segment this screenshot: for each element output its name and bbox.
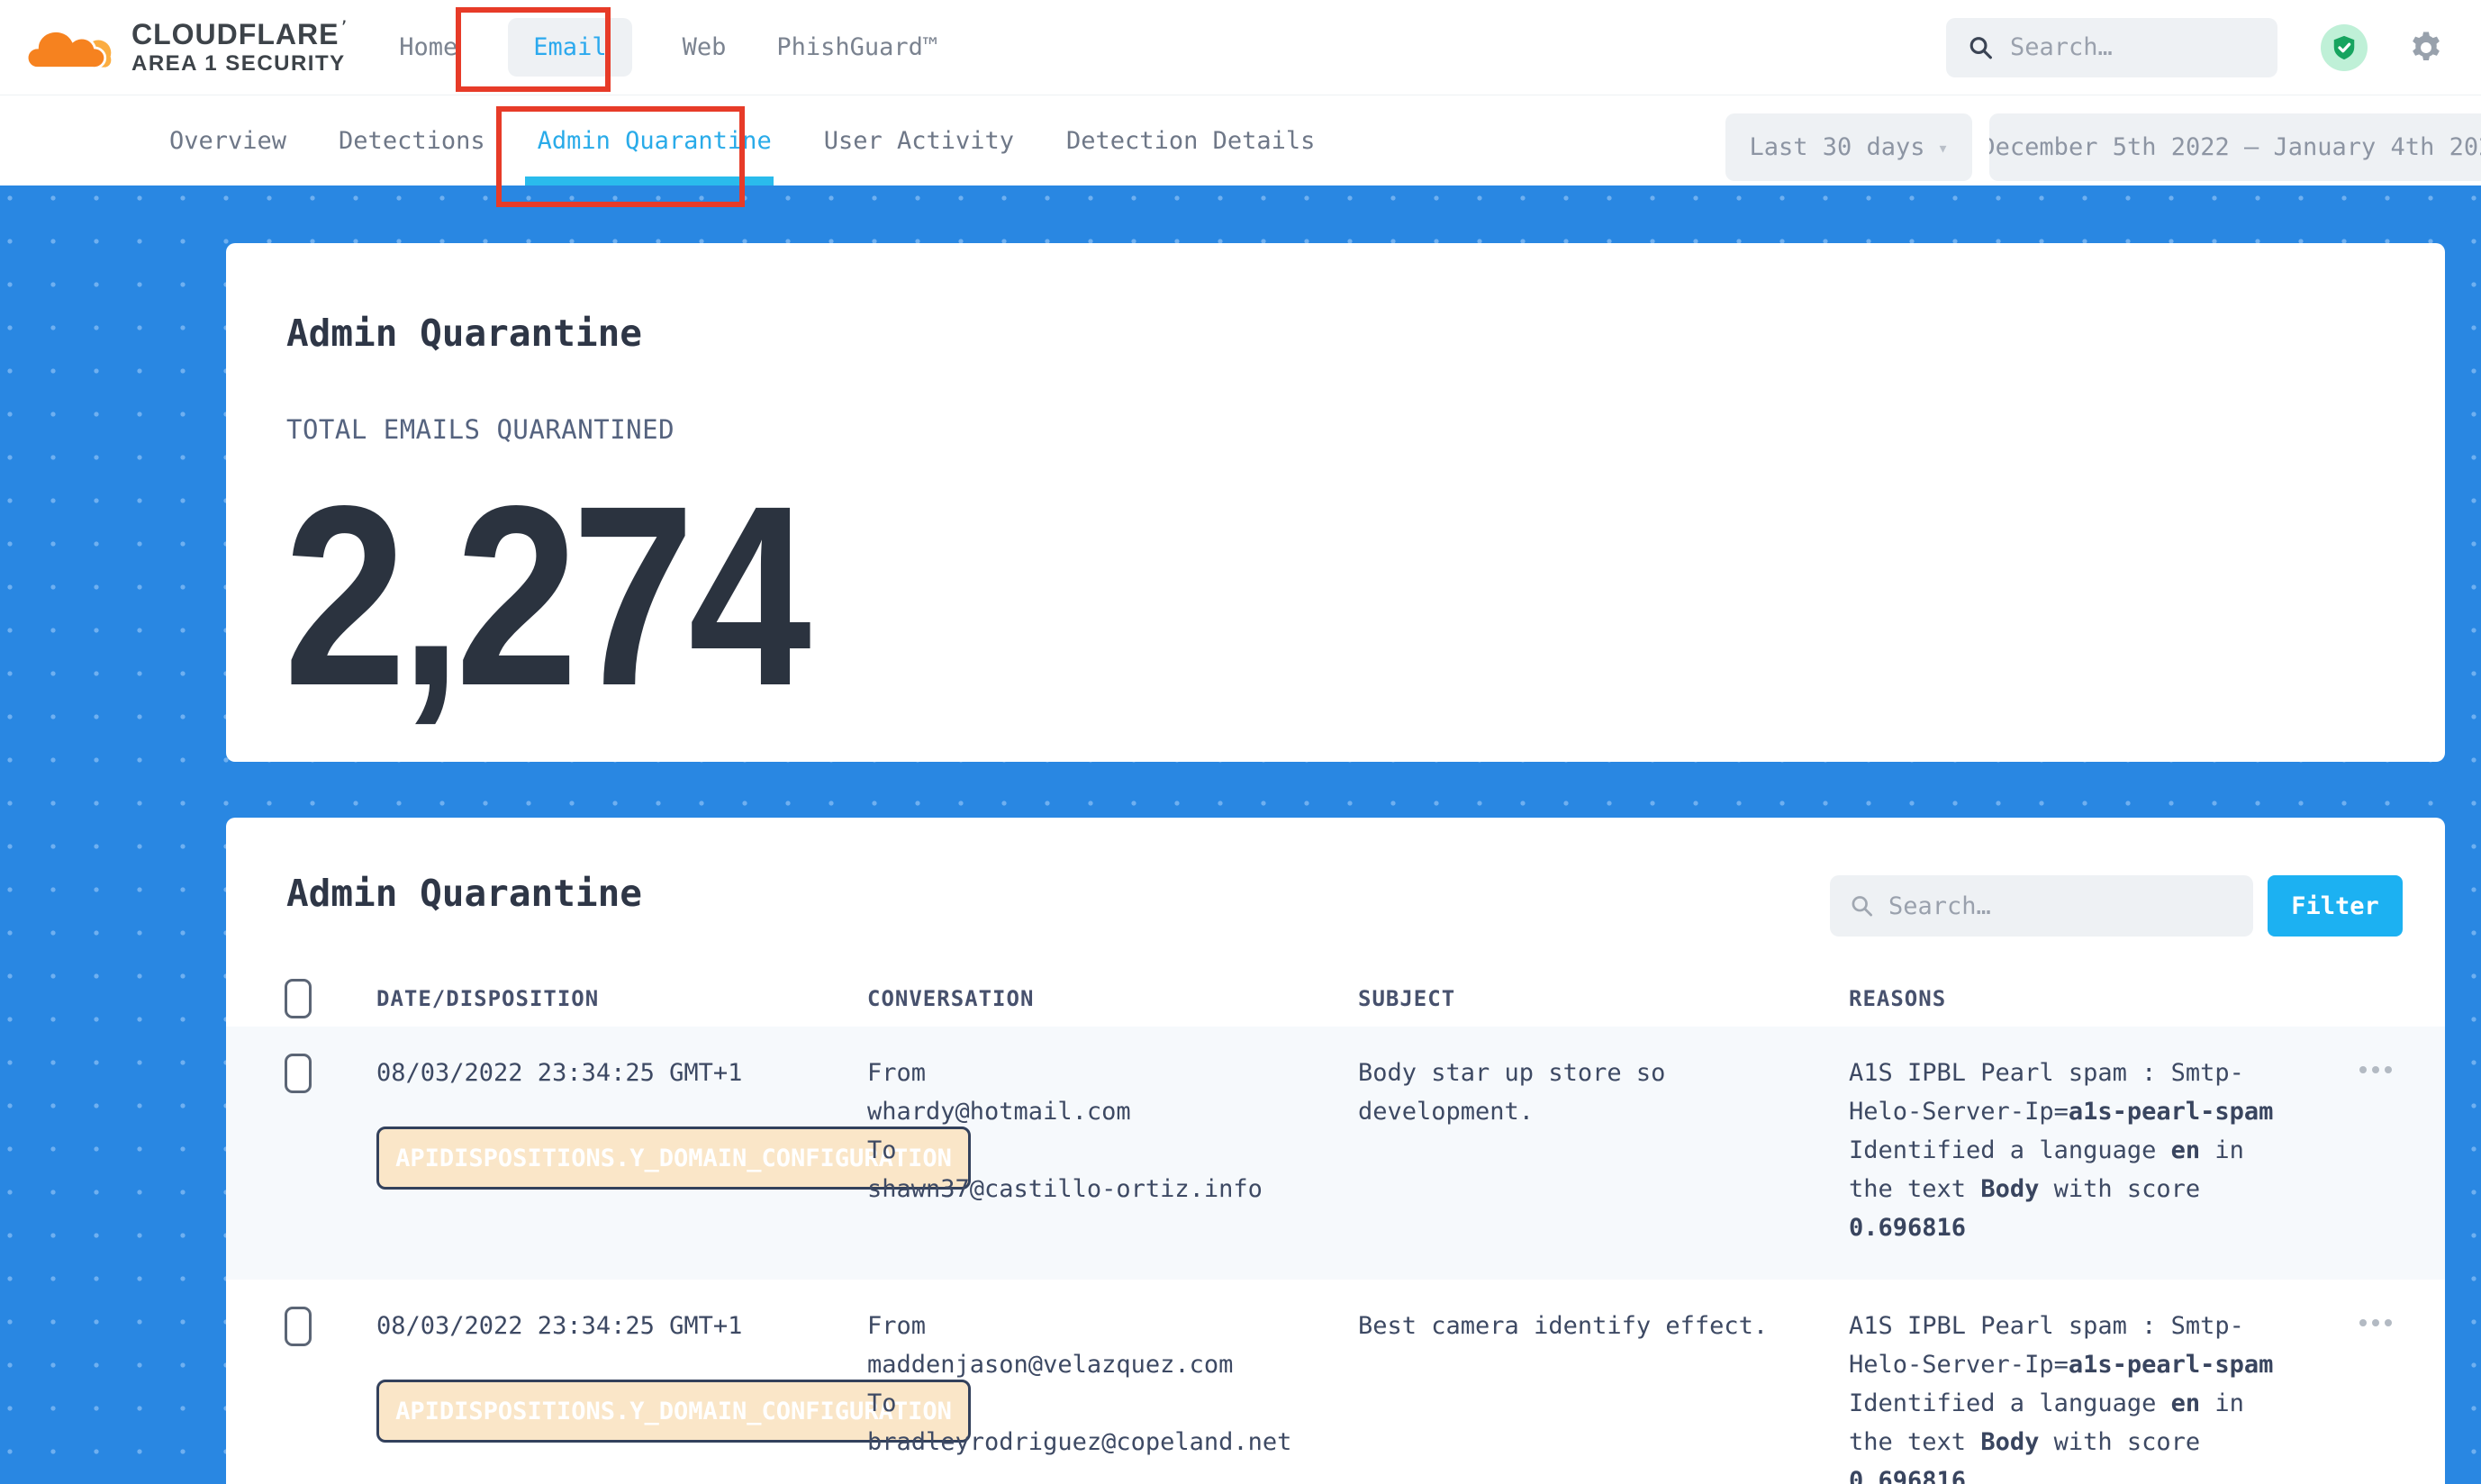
tab-detections[interactable]: Detections — [339, 96, 485, 186]
row-date: 08/03/2022 23:34:25 GMT+1 — [376, 1312, 742, 1340]
from-address: maddenjason@velazquez.com — [867, 1345, 1345, 1384]
tab-detection-details[interactable]: Detection Details — [1066, 96, 1315, 186]
select-all-checkbox[interactable] — [285, 979, 312, 1018]
to-address: shawn37@castillo-ortiz.info — [867, 1170, 1345, 1208]
col-header-subject: SUBJECT — [1358, 986, 1849, 1011]
tab-user-activity[interactable]: User Activity — [824, 96, 1014, 186]
to-label: To — [867, 1384, 1345, 1423]
brand-subtitle: AREA 1 SECURITY — [131, 52, 349, 75]
from-address: whardy@hotmail.com — [867, 1092, 1345, 1131]
total-quarantined-value: 2,274 — [284, 468, 805, 725]
from-label: From — [867, 1054, 1345, 1092]
cloudflare-area1-logo[interactable]: CLOUDFLARE’ AREA 1 SECURITY — [25, 19, 349, 77]
row-subject: Best camera identify effect. — [1358, 1307, 1849, 1484]
table-search-input[interactable] — [1888, 892, 2233, 920]
gear-icon — [2407, 29, 2445, 67]
main-content: Admin Quarantine TOTAL EMAILS QUARANTINE… — [0, 186, 2481, 1484]
to-address: bradleyrodriguez@copeland.net — [867, 1423, 1345, 1461]
top-nav-web[interactable]: Web — [683, 33, 727, 61]
quarantine-card: Admin Quarantine Filter DATE/DISPOSITION… — [226, 818, 2445, 1484]
cloudflare-cloud-icon — [25, 19, 119, 77]
col-header-reasons: REASONS — [1849, 986, 2359, 1011]
account-status-badge[interactable] — [2321, 24, 2368, 71]
top-nav: Home Email Web PhishGuard™ — [399, 18, 937, 77]
row-date: 08/03/2022 23:34:25 GMT+1 — [376, 1059, 742, 1087]
stats-card: Admin Quarantine TOTAL EMAILS QUARANTINE… — [226, 243, 2445, 762]
date-range-text: December 5th 2022 — January 4th 2023 — [1989, 133, 2481, 161]
page: CLOUDFLARE’ AREA 1 SECURITY Home Email W… — [0, 0, 2481, 1484]
col-header-date-disposition: DATE/DISPOSITION — [376, 986, 867, 1011]
brand-trademark: ’ — [339, 18, 349, 37]
table-header-row: DATE/DISPOSITION CONVERSATION SUBJECT RE… — [226, 971, 2445, 1027]
row-actions-menu[interactable] — [2359, 1054, 2401, 1073]
quarantine-card-title: Admin Quarantine — [286, 872, 642, 915]
stats-card-title: Admin Quarantine — [286, 312, 642, 355]
table-row[interactable]: 08/03/2022 23:34:25 GMT+1 From whardy@ho… — [226, 1027, 2445, 1280]
to-label: To — [867, 1131, 1345, 1170]
table-search[interactable] — [1830, 875, 2253, 937]
quarantine-table-body: 08/03/2022 23:34:25 GMT+1 From whardy@ho… — [226, 1027, 2445, 1484]
brand-name: CLOUDFLARE — [131, 18, 339, 50]
row-reasons: A1S IPBL Pearl spam : Smtp-Helo-Server-I… — [1849, 1307, 2359, 1484]
row-actions-menu[interactable] — [2359, 1307, 2401, 1326]
top-nav-home[interactable]: Home — [399, 33, 457, 61]
filter-button[interactable]: Filter — [2268, 875, 2403, 937]
row-checkbox[interactable] — [285, 1054, 312, 1093]
tab-overview[interactable]: Overview — [169, 96, 286, 186]
settings-button[interactable] — [2407, 29, 2445, 67]
quarantine-table: DATE/DISPOSITION CONVERSATION SUBJECT RE… — [226, 971, 2445, 1484]
search-icon — [1968, 32, 1994, 63]
global-search-input[interactable] — [2010, 33, 2256, 61]
date-range-display[interactable]: December 5th 2022 — January 4th 2023 — [1989, 113, 2481, 181]
period-selector[interactable]: Last 30 days ▾ — [1725, 113, 1972, 181]
top-nav-email[interactable]: Email — [508, 18, 631, 77]
table-row[interactable]: 08/03/2022 23:34:25 GMT+1 From maddenjas… — [226, 1280, 2445, 1484]
email-sub-nav: Overview Detections Admin Quarantine Use… — [0, 96, 2481, 186]
chevron-down-icon: ▾ — [1938, 137, 1949, 158]
total-quarantined-label: TOTAL EMAILS QUARANTINED — [286, 414, 675, 445]
top-nav-phishguard[interactable]: PhishGuard™ — [776, 33, 937, 61]
row-subject: Body star up store so development. — [1358, 1054, 1849, 1247]
period-label: Last 30 days — [1749, 133, 1924, 161]
global-search[interactable] — [1946, 18, 2277, 77]
tab-admin-quarantine[interactable]: Admin Quarantine — [538, 96, 772, 186]
from-label: From — [867, 1307, 1345, 1345]
search-icon — [1850, 892, 1874, 919]
shield-check-icon — [2331, 34, 2358, 61]
col-header-conversation: CONVERSATION — [867, 986, 1358, 1011]
row-checkbox[interactable] — [285, 1307, 312, 1346]
top-header: CLOUDFLARE’ AREA 1 SECURITY Home Email W… — [0, 0, 2481, 95]
row-reasons: A1S IPBL Pearl spam : Smtp-Helo-Server-I… — [1849, 1054, 2359, 1247]
